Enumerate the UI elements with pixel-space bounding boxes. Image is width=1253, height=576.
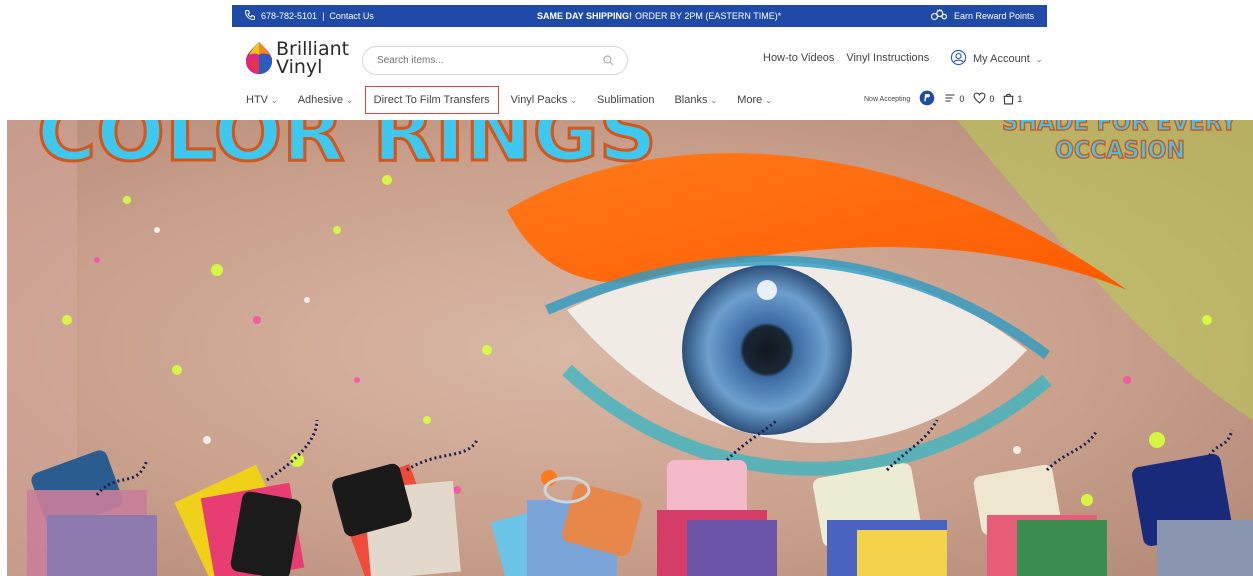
compare-button[interactable]: 0 <box>944 92 964 106</box>
hero-banner[interactable]: COLOR RINGS SHADE FOR EVERY OCCASION <box>7 120 1253 576</box>
chevron-down-icon: ⌄ <box>710 95 718 105</box>
chevron-down-icon: ⌄ <box>345 95 353 105</box>
wishlist-button[interactable]: 0 <box>973 92 994 106</box>
site-header: Brilliant Vinyl How-to Videos Vinyl Inst… <box>0 32 1253 120</box>
vinyl-instructions-link[interactable]: Vinyl Instructions <box>846 52 929 64</box>
announcement-bar: 678-782-5101 | Contact Us SAME DAY SHIPP… <box>232 5 1047 27</box>
nav-item-sublimation[interactable]: Sublimation <box>597 94 654 106</box>
nav-item-adhesive[interactable]: Adhesive ⌄ <box>298 94 353 106</box>
hero-headline: COLOR RINGS <box>37 120 657 179</box>
compare-count: 0 <box>959 94 965 104</box>
now-accepting-label: Now Accepting <box>864 95 911 103</box>
chevron-down-icon: ⌄ <box>271 95 278 105</box>
account-label: My Account <box>973 53 1030 65</box>
nav-item-htv[interactable]: HTV ⌄ <box>246 94 278 106</box>
phone-number[interactable]: 678-782-5101 <box>261 11 317 21</box>
search-icon[interactable] <box>602 54 615 72</box>
nav-label: More <box>737 94 763 106</box>
logo-drop-icon <box>246 42 272 74</box>
page: 678-782-5101 | Contact Us SAME DAY SHIPP… <box>0 0 1253 576</box>
chevron-down-icon: ⌄ <box>765 95 772 105</box>
nav-item-direct-to-film[interactable]: Direct To Film Transfers <box>364 86 499 114</box>
hero-image: COLOR RINGS SHADE FOR EVERY OCCASION <box>7 120 1253 576</box>
main-nav: HTV ⌄ Adhesive ⌄ Direct To Film Transfer… <box>246 84 792 116</box>
search-box <box>362 46 628 75</box>
rewards-label: Earn Reward Points <box>954 11 1035 21</box>
wishlist-count: 0 <box>989 94 995 104</box>
heart-icon <box>973 92 986 106</box>
nav-label: Adhesive <box>297 94 343 106</box>
search-input[interactable] <box>377 55 597 66</box>
hero-side-text-1: SHADE FOR EVERY <box>1002 120 1238 136</box>
nav-label: HTV <box>246 94 268 106</box>
nav-label: Direct To Film Transfers <box>373 94 490 106</box>
logo-text: Brilliant Vinyl <box>276 40 349 78</box>
contact-us-link[interactable]: Contact Us <box>329 11 374 21</box>
phone-icon <box>244 9 256 23</box>
bag-icon <box>1003 92 1014 107</box>
cart-button[interactable]: 1 <box>1003 92 1022 107</box>
nav-item-vinyl-packs[interactable]: Vinyl Packs ⌄ <box>511 94 577 106</box>
nav-item-blanks[interactable]: Blanks ⌄ <box>674 94 717 106</box>
header-links: How-to Videos Vinyl Instructions <box>763 52 929 64</box>
how-to-videos-link[interactable]: How-to Videos <box>763 52 834 64</box>
paypal-icon <box>919 90 935 108</box>
top-bar: 678-782-5101 | Contact Us SAME DAY SHIPP… <box>0 0 1253 32</box>
separator: | <box>322 11 325 21</box>
shipping-rest: ORDER BY 2PM (EASTERN TIME)* <box>635 11 782 21</box>
shipping-bold: SAME DAY SHIPPING! <box>537 11 633 21</box>
user-icon <box>950 49 967 69</box>
my-account-menu[interactable]: My Account ⌄ <box>950 49 1043 69</box>
cart-count: 1 <box>1017 94 1023 104</box>
contact-group: 678-782-5101 | Contact Us <box>244 5 374 27</box>
nav-label: Vinyl Packs <box>510 94 568 106</box>
nav-label: Sublimation <box>596 94 655 106</box>
nav-label: Blanks <box>674 94 708 106</box>
chevron-down-icon: ⌄ <box>1035 54 1043 64</box>
nav-utilities: Now Accepting 0 0 1 <box>864 90 1022 108</box>
chevron-down-icon: ⌄ <box>570 95 577 105</box>
compare-icon <box>944 92 956 106</box>
nav-item-more[interactable]: More ⌄ <box>737 94 772 106</box>
hero-side-text-2: OCCASION <box>1055 136 1185 164</box>
rewards-icon <box>930 8 948 24</box>
rewards-link[interactable]: Earn Reward Points <box>930 5 1034 27</box>
logo-line-2: Vinyl <box>276 56 323 78</box>
brand-logo[interactable]: Brilliant Vinyl <box>244 40 354 80</box>
shipping-notice: SAME DAY SHIPPING! ORDER BY 2PM (EASTERN… <box>537 5 781 27</box>
